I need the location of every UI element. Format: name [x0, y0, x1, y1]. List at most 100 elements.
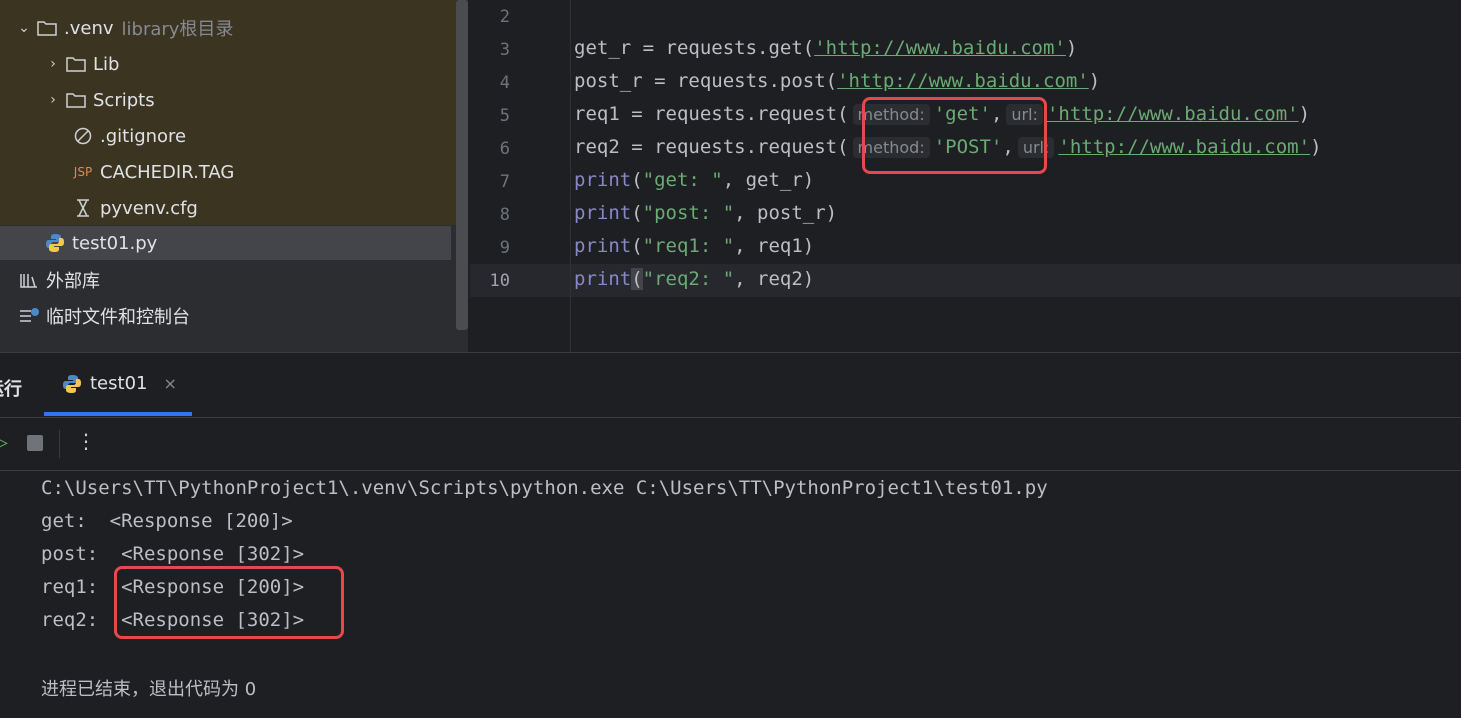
toolbar-divider: [59, 430, 60, 458]
line-number: 6: [499, 139, 510, 159]
folder-icon: [63, 54, 89, 74]
console-output-line: post: <Response [302]>: [41, 543, 305, 565]
code-line-3[interactable]: get_r = requests.get('http://www.baidu.c…: [574, 37, 1077, 59]
line-number: 8: [499, 205, 510, 225]
tree-item-scratches[interactable]: 临时文件和控制台: [16, 299, 190, 333]
tree-item-label: test01.py: [72, 232, 158, 254]
tree-item-label: Lib: [93, 53, 120, 75]
code-line-10[interactable]: print("req2: ", req2): [574, 268, 814, 290]
stop-button[interactable]: [27, 435, 43, 451]
code-line-8[interactable]: print("post: ", post_r): [574, 202, 837, 224]
tree-item-label: 临时文件和控制台: [46, 307, 190, 328]
code-string: "req1: ": [642, 235, 735, 257]
line-number-gutter: 2 3 4 5 6 7 8 9 10: [470, 0, 570, 352]
code-token: , get_r): [722, 169, 815, 191]
console-output-line: C:\Users\TT\PythonProject1\.venv\Scripts…: [41, 477, 1048, 499]
code-builtin: print: [574, 169, 632, 191]
line-number: 7: [499, 172, 510, 192]
tree-item-label: 外部库: [46, 271, 100, 292]
python-file-icon: [62, 374, 82, 394]
code-line-9[interactable]: print("req1: ", req1): [574, 235, 814, 257]
tree-item-pyvenv[interactable]: pyvenv.cfg: [70, 191, 198, 225]
ignore-file-icon: [70, 126, 96, 146]
scratches-icon: [16, 306, 42, 326]
code-url[interactable]: 'http://www.baidu.com': [814, 37, 1066, 59]
code-string: "get: ": [642, 169, 723, 191]
tree-item-label: .venv: [64, 17, 114, 39]
line-number: 9: [499, 238, 510, 258]
console-side-toolbar[interactable]: [0, 470, 22, 718]
code-line-7[interactable]: print("get: ", get_r): [574, 169, 814, 191]
code-token: , req2): [734, 268, 815, 290]
code-token: req1 = requests.request(: [574, 103, 849, 125]
code-token: (: [631, 202, 643, 224]
line-number-current: 10: [489, 271, 510, 291]
code-token: (: [631, 235, 643, 257]
code-string: "req2: ": [642, 268, 735, 290]
more-options-icon[interactable]: ⋮: [76, 429, 96, 453]
tree-item-cachedir[interactable]: JSP CACHEDIR.TAG: [70, 155, 235, 189]
python-file-icon: [42, 233, 68, 253]
code-token: (: [631, 169, 643, 191]
library-icon: [16, 270, 42, 290]
code-token: , req1): [734, 235, 815, 257]
code-editor[interactable]: 2 3 4 5 6 7 8 9 10 get_r = requests.get(…: [470, 0, 1461, 352]
gutter-separator: [570, 0, 571, 352]
code-builtin: print: [574, 235, 632, 257]
chevron-right-icon[interactable]: ›: [43, 56, 63, 72]
line-number: 2: [499, 7, 510, 27]
code-url[interactable]: 'http://www.baidu.com': [1047, 103, 1299, 125]
run-tool-window: 运行 test01 × ▷ ⋮ C:\Users\TT\PythonProjec…: [0, 352, 1461, 718]
line-number: 4: [499, 73, 510, 93]
code-builtin: print: [574, 202, 632, 224]
console-output-line: get: <Response [200]>: [41, 510, 293, 532]
tree-item-label: CACHEDIR.TAG: [100, 161, 235, 183]
code-token: get_r = requests.get(: [574, 37, 815, 59]
rerun-icon[interactable]: ▷: [0, 432, 8, 453]
tree-item-gitignore[interactable]: .gitignore: [70, 119, 186, 153]
tree-item-external-libraries[interactable]: 外部库: [16, 263, 100, 297]
code-token: post_r = requests.post(: [574, 70, 838, 92]
active-tab-indicator: [44, 412, 192, 416]
code-token: (: [631, 268, 643, 290]
config-file-icon: [70, 198, 96, 218]
chevron-down-icon[interactable]: ⌄: [14, 20, 34, 36]
folder-icon: [63, 90, 89, 110]
code-token: , post_r): [734, 202, 838, 224]
code-token: ): [1298, 103, 1311, 125]
tab-test01[interactable]: test01 ×: [62, 373, 177, 394]
process-exit-message: 进程已结束，退出代码为 0: [41, 679, 257, 700]
tab-label: test01: [90, 373, 148, 394]
console-toolbar: ▷ ⋮: [0, 418, 1461, 471]
code-url[interactable]: 'http://www.baidu.com': [837, 70, 1089, 92]
folder-icon: [34, 18, 60, 38]
run-tab-header: 运行 test01 ×: [0, 353, 1461, 418]
tree-item-lib[interactable]: › Lib: [43, 47, 119, 81]
scrollbar-thumb[interactable]: [456, 0, 468, 330]
tree-item-venv[interactable]: ⌄ .venv library根目录: [14, 11, 233, 45]
tree-item-label: .gitignore: [100, 125, 187, 147]
project-tree: ⌄ .venv library根目录 › Lib › Scripts .giti…: [0, 0, 456, 352]
code-token: req2 = requests.request(: [574, 136, 849, 158]
code-string: "post: ": [642, 202, 735, 224]
tree-item-test01[interactable]: test01.py: [0, 226, 451, 260]
code-token: ): [1065, 37, 1078, 59]
code-url[interactable]: 'http://www.baidu.com': [1058, 136, 1310, 158]
code-token: ): [1088, 70, 1101, 92]
tree-scrollbar[interactable]: [456, 0, 468, 352]
close-icon[interactable]: ×: [163, 374, 176, 393]
annotation-highlight-box: [862, 97, 1047, 174]
code-builtin: print: [574, 268, 632, 290]
annotation-highlight-box: [114, 566, 344, 639]
tree-item-label: Scripts: [93, 89, 155, 111]
tree-item-label: pyvenv.cfg: [100, 197, 198, 219]
code-token: ): [1310, 136, 1322, 158]
line-number: 5: [499, 106, 510, 126]
chevron-right-icon[interactable]: ›: [43, 92, 63, 108]
line-number: 3: [499, 40, 510, 60]
code-line-4[interactable]: post_r = requests.post('http://www.baidu…: [574, 70, 1100, 92]
jsp-file-icon: JSP: [73, 165, 93, 179]
run-panel-title: 运行: [0, 379, 22, 400]
tree-item-hint: library根目录: [121, 19, 234, 40]
tree-item-scripts[interactable]: › Scripts: [43, 83, 155, 117]
